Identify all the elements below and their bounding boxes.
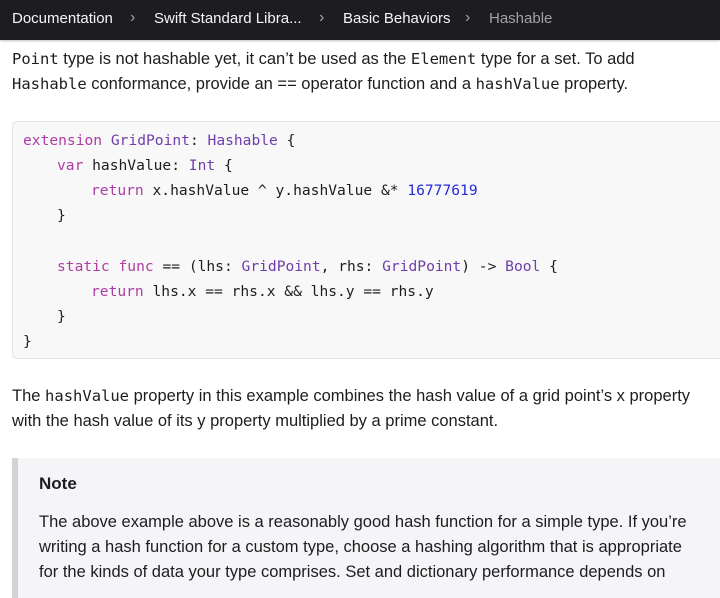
intro-line-1: Point type is not hashable yet, it can’t… [12, 47, 635, 72]
note-line: The above example above is a reasonably … [39, 513, 687, 531]
note-line: writing a hash function for a custom typ… [39, 538, 682, 556]
code-listing: extension GridPoint: Hashable { var hash… [12, 121, 720, 359]
note-title: Note [39, 474, 77, 493]
code-line-3: return x.hashValue ^ y.hashValue &* 1677… [91, 182, 478, 199]
inline-code: Point [12, 50, 59, 68]
explanation-line-2: with the hash value of its y property mu… [12, 412, 499, 430]
intro-line-2: Hashable conformance, provide an == oper… [12, 72, 628, 97]
breadcrumb-basic-behaviors[interactable]: Basic Behaviors [343, 10, 451, 28]
breadcrumb-hashable: Hashable [489, 10, 553, 27]
inline-code: Hashable [12, 75, 87, 93]
breadcrumb: Documentation › Swift Standard Libra... … [0, 0, 720, 40]
code-line-6: return lhs.x == rhs.x && lhs.y == rhs.y [91, 283, 434, 300]
note-line: for the kinds of data your type comprise… [39, 563, 666, 581]
code-line-8: } [23, 333, 32, 350]
inline-code: hashValue [475, 75, 560, 93]
intro-text: type for a set. To add [476, 50, 635, 68]
chevron-right-icon: › [130, 9, 136, 26]
code-line-7: } [57, 308, 66, 325]
code-line-5: static func == (lhs: GridPoint, rhs: Gri… [57, 258, 558, 275]
explanation-line-1: The hashValue property in this example c… [12, 387, 691, 405]
breadcrumb-documentation[interactable]: Documentation [12, 10, 113, 28]
intro-text: conformance, provide an == operator func… [86, 75, 476, 93]
chevron-right-icon: › [319, 9, 325, 26]
code-line-2: var hashValue: Int { [57, 157, 233, 174]
code-line-1: extension GridPoint: Hashable { [23, 132, 296, 149]
intro-text: property. [559, 75, 629, 93]
note-aside: Note The above example above is a reason… [12, 458, 720, 598]
inline-code: Element [410, 50, 477, 68]
code-line-4: } [57, 207, 66, 224]
inline-code: hashValue [45, 387, 130, 405]
intro-text: type is not hashable yet, it can’t be us… [58, 50, 411, 68]
breadcrumb-swift-standard-library[interactable]: Swift Standard Libra... [154, 10, 302, 28]
chevron-right-icon: › [465, 9, 471, 26]
